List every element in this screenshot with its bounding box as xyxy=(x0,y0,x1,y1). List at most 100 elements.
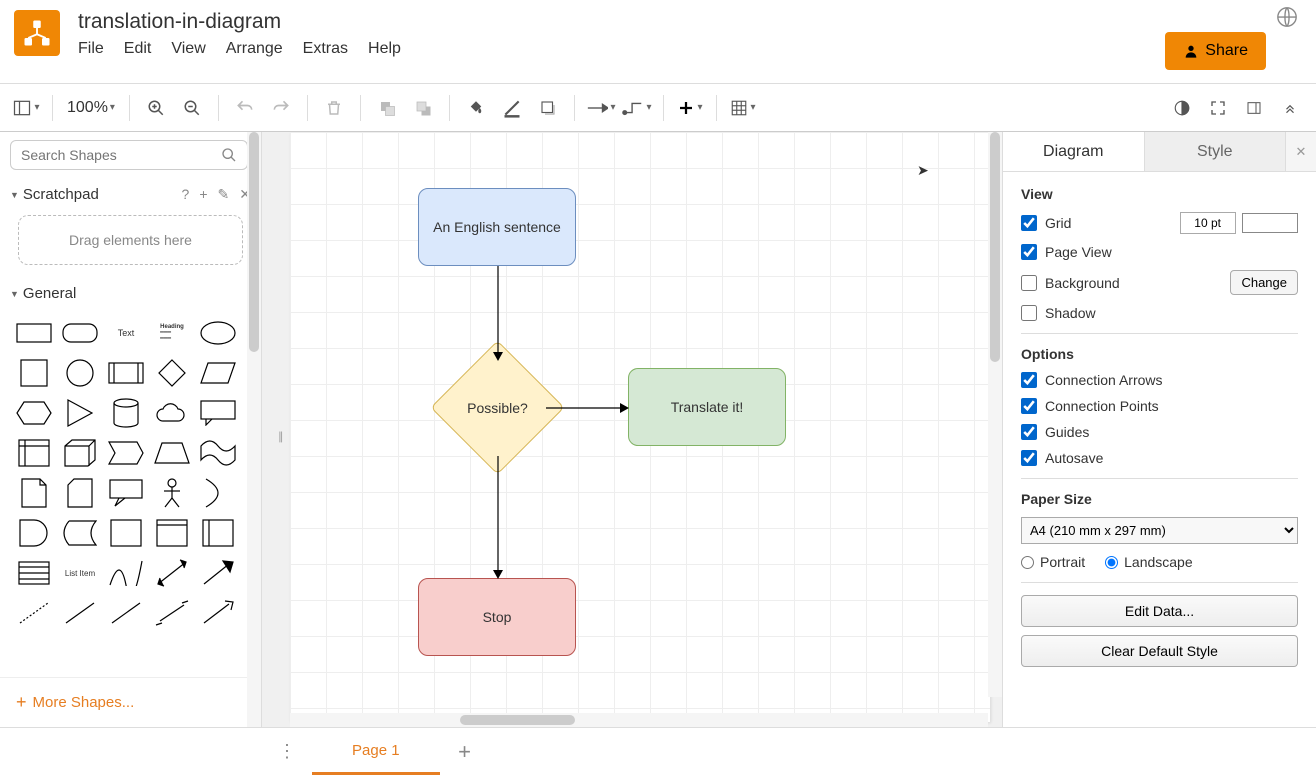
shape-note[interactable] xyxy=(12,474,56,512)
line-color-button[interactable] xyxy=(496,92,528,124)
edit-data-button[interactable]: Edit Data... xyxy=(1021,595,1298,627)
zoom-dropdown[interactable]: 100%▾ xyxy=(63,99,119,117)
shape-line[interactable] xyxy=(58,594,102,632)
document-title[interactable]: translation-in-diagram xyxy=(78,10,401,34)
shape-internal-storage[interactable] xyxy=(12,434,56,472)
search-shapes-input[interactable] xyxy=(10,140,248,170)
canvas[interactable]: ∥ ➤ An English sentence Possible? Transl… xyxy=(262,132,1002,727)
app-logo[interactable] xyxy=(14,10,60,56)
delete-button[interactable] xyxy=(318,92,350,124)
shape-data-storage[interactable] xyxy=(58,514,102,552)
node-decision[interactable]: Possible? xyxy=(450,360,545,455)
shape-square[interactable] xyxy=(12,354,56,392)
connection-button[interactable]: ▾ xyxy=(585,92,617,124)
shape-callout2[interactable] xyxy=(104,474,148,512)
redo-button[interactable] xyxy=(265,92,297,124)
shape-rectangle[interactable] xyxy=(12,314,56,352)
conn-arrows-checkbox[interactable] xyxy=(1021,372,1037,388)
change-background-button[interactable]: Change xyxy=(1230,270,1298,295)
help-icon[interactable]: ? xyxy=(182,186,190,203)
menu-arrange[interactable]: Arrange xyxy=(226,40,283,58)
shape-cloud[interactable] xyxy=(150,394,194,432)
grid-checkbox[interactable] xyxy=(1021,215,1037,231)
menu-view[interactable]: View xyxy=(171,40,205,58)
menu-help[interactable]: Help xyxy=(368,40,401,58)
shape-circle[interactable] xyxy=(58,354,102,392)
shape-arrow[interactable] xyxy=(196,554,240,592)
shape-cube[interactable] xyxy=(58,434,102,472)
shape-card[interactable] xyxy=(58,474,102,512)
arrow-start-to-decision[interactable] xyxy=(492,266,504,362)
shape-line2[interactable] xyxy=(104,594,148,632)
shape-parallelogram[interactable] xyxy=(196,354,240,392)
node-stop[interactable]: Stop xyxy=(418,578,576,656)
shape-or[interactable] xyxy=(196,474,240,512)
sidebar-toggle-button[interactable]: ▾ xyxy=(10,92,42,124)
shape-process[interactable] xyxy=(104,354,148,392)
shape-rounded-rect[interactable] xyxy=(58,314,102,352)
shape-heading[interactable]: Heading━━━━━━ xyxy=(150,314,194,352)
sidebar-collapse-handle[interactable]: ∥ xyxy=(278,430,286,454)
shape-text[interactable]: Text xyxy=(104,314,148,352)
to-back-button[interactable] xyxy=(407,92,439,124)
shape-container2[interactable] xyxy=(150,514,194,552)
shape-triangle[interactable] xyxy=(58,394,102,432)
scratchpad-header[interactable]: ▼ Scratchpad ? + ✎ ✕ xyxy=(0,178,261,211)
add-page-button[interactable]: + xyxy=(440,728,490,775)
fill-color-button[interactable] xyxy=(460,92,492,124)
autosave-checkbox[interactable] xyxy=(1021,450,1037,466)
undo-button[interactable] xyxy=(229,92,261,124)
shape-step[interactable] xyxy=(104,434,148,472)
share-button[interactable]: Share xyxy=(1165,32,1266,70)
clear-style-button[interactable]: Clear Default Style xyxy=(1021,635,1298,667)
globe-icon[interactable] xyxy=(1276,6,1298,31)
more-shapes-button[interactable]: + More Shapes... xyxy=(0,677,261,727)
panel-close-button[interactable]: ✕ xyxy=(1286,132,1316,171)
format-panel-button[interactable] xyxy=(1238,92,1270,124)
background-checkbox[interactable] xyxy=(1021,275,1037,291)
arrow-decision-to-stop[interactable] xyxy=(492,456,504,580)
waypoint-button[interactable]: ▾ xyxy=(621,92,653,124)
shadow-checkbox[interactable] xyxy=(1021,305,1037,321)
shape-bidir-arrow[interactable] xyxy=(150,554,194,592)
shape-curve[interactable] xyxy=(104,554,148,592)
paper-size-select[interactable]: A4 (210 mm x 297 mm) xyxy=(1021,517,1298,544)
landscape-radio[interactable]: Landscape xyxy=(1105,554,1193,570)
shadow-button[interactable] xyxy=(532,92,564,124)
fullscreen-button[interactable] xyxy=(1202,92,1234,124)
shape-dashed[interactable] xyxy=(12,594,56,632)
zoom-out-button[interactable] xyxy=(176,92,208,124)
portrait-radio[interactable]: Portrait xyxy=(1021,554,1085,570)
arrow-decision-to-process[interactable] xyxy=(546,402,630,414)
page-tab-1[interactable]: Page 1 xyxy=(312,728,440,775)
pageview-checkbox[interactable] xyxy=(1021,244,1037,260)
shape-tape[interactable] xyxy=(196,434,240,472)
shape-list[interactable] xyxy=(12,554,56,592)
shape-diamond[interactable] xyxy=(150,354,194,392)
theme-button[interactable] xyxy=(1166,92,1198,124)
grid-color-swatch[interactable] xyxy=(1242,213,1298,233)
tab-diagram[interactable]: Diagram xyxy=(1003,132,1145,171)
collapse-button[interactable] xyxy=(1274,92,1306,124)
shape-list-item[interactable]: List Item xyxy=(58,554,102,592)
shape-bidir2[interactable] xyxy=(150,594,194,632)
canvas-page[interactable]: ➤ An English sentence Possible? Translat… xyxy=(290,132,990,722)
shape-ellipse[interactable] xyxy=(196,314,240,352)
shape-container3[interactable] xyxy=(196,514,240,552)
shape-actor[interactable] xyxy=(150,474,194,512)
to-front-button[interactable] xyxy=(371,92,403,124)
menu-edit[interactable]: Edit xyxy=(124,40,152,58)
shape-callout[interactable] xyxy=(196,394,240,432)
zoom-in-button[interactable] xyxy=(140,92,172,124)
scratchpad-dropzone[interactable]: Drag elements here xyxy=(18,215,243,265)
menu-extras[interactable]: Extras xyxy=(303,40,348,58)
guides-checkbox[interactable] xyxy=(1021,424,1037,440)
shape-dir-arrow[interactable] xyxy=(196,594,240,632)
shape-trapezoid[interactable] xyxy=(150,434,194,472)
general-header[interactable]: ▼ General xyxy=(0,277,261,310)
page-menu-button[interactable]: ⋮ xyxy=(262,728,312,775)
tab-style[interactable]: Style xyxy=(1145,132,1287,171)
node-process[interactable]: Translate it! xyxy=(628,368,786,446)
canvas-vertical-scrollbar[interactable] xyxy=(988,132,1002,697)
shape-hexagon[interactable] xyxy=(12,394,56,432)
